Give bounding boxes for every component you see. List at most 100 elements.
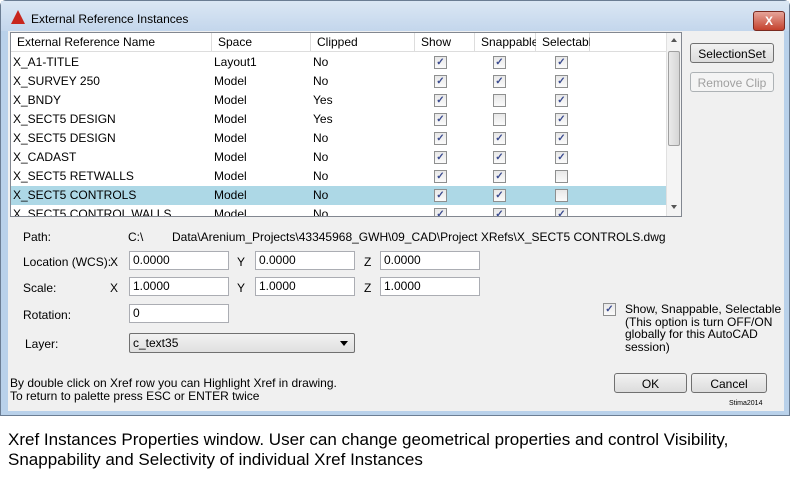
show-checkbox[interactable]: ✓ xyxy=(434,170,447,183)
table-row[interactable]: X_SECT5 CONTROLS Model No ✓ ✓ xyxy=(11,186,666,205)
xref-name-cell: X_SECT5 CONTROL WALLS xyxy=(13,207,172,217)
snappable-checkbox[interactable] xyxy=(493,113,506,126)
global-option-line: globally for this AutoCAD xyxy=(625,327,758,341)
show-checkbox[interactable]: ✓ xyxy=(434,208,447,216)
column-header-empty xyxy=(590,33,666,52)
clipped-cell: No xyxy=(313,207,329,217)
credit-text: Stima2014 xyxy=(729,400,763,407)
column-header-show[interactable]: Show xyxy=(415,33,475,52)
location-x-label: X xyxy=(110,255,119,269)
clipped-cell: No xyxy=(313,150,329,164)
location-label: Location (WCS): xyxy=(23,255,112,269)
selectable-checkbox[interactable]: ✓ xyxy=(555,113,568,126)
space-cell: Model xyxy=(214,169,247,183)
location-z-input[interactable]: 0.0000 xyxy=(380,251,480,270)
column-header-clipped[interactable]: Clipped xyxy=(311,33,415,52)
layer-label: Layer: xyxy=(25,337,59,351)
selectable-checkbox[interactable]: ✓ xyxy=(555,56,568,69)
column-header-selectable[interactable]: Selectable xyxy=(536,33,598,52)
scale-z-input[interactable]: 1.0000 xyxy=(380,277,480,296)
selectable-checkbox[interactable]: ✓ xyxy=(555,132,568,145)
table-row[interactable]: X_BNDY Model Yes ✓ ✓ xyxy=(11,91,666,110)
scale-y-label: Y xyxy=(237,281,246,295)
close-button[interactable]: X xyxy=(753,11,785,31)
show-checkbox[interactable]: ✓ xyxy=(434,151,447,164)
space-cell: Model xyxy=(214,207,247,217)
show-checkbox[interactable]: ✓ xyxy=(434,189,447,202)
table-row[interactable]: X_SECT5 DESIGN Model No ✓ ✓ ✓ xyxy=(11,129,666,148)
table-scrollbar[interactable] xyxy=(666,33,681,216)
figure-caption: Xref Instances Properties window. User c… xyxy=(8,430,729,469)
ok-button[interactable]: OK xyxy=(614,373,687,393)
global-option-line: Show, Snappable, Selectable xyxy=(625,302,782,316)
scale-x-input[interactable]: 1.0000 xyxy=(129,277,229,296)
xref-name-cell: X_SECT5 RETWALLS xyxy=(13,169,134,183)
clipped-cell: No xyxy=(313,188,329,202)
column-header-name[interactable]: External Reference Name xyxy=(11,33,212,52)
space-cell: Model xyxy=(214,150,247,164)
path-label: Path: xyxy=(23,230,52,244)
clipped-cell: No xyxy=(313,131,329,145)
snappable-checkbox[interactable]: ✓ xyxy=(493,208,506,216)
layer-select[interactable]: c_text35 xyxy=(129,333,355,353)
selectable-checkbox[interactable]: ✓ xyxy=(555,75,568,88)
show-checkbox[interactable]: ✓ xyxy=(434,132,447,145)
remove-clip-button[interactable]: Remove Clip xyxy=(690,72,774,92)
note-line-2: To return to palette press ESC or ENTER … xyxy=(10,389,260,403)
snappable-checkbox[interactable]: ✓ xyxy=(493,75,506,88)
table-row[interactable]: X_SURVEY 250 Model No ✓ ✓ ✓ xyxy=(11,72,666,91)
location-y-input[interactable]: 0.0000 xyxy=(255,251,355,270)
selectable-checkbox[interactable] xyxy=(555,170,568,183)
table-row[interactable]: X_SECT5 RETWALLS Model No ✓ ✓ xyxy=(11,167,666,186)
clipped-cell: Yes xyxy=(313,93,333,107)
xref-name-cell: X_SURVEY 250 xyxy=(13,74,100,88)
title-bar: External Reference Instances X xyxy=(1,1,789,31)
scroll-down-icon[interactable] xyxy=(671,205,677,209)
snappable-checkbox[interactable]: ✓ xyxy=(493,151,506,164)
selectable-checkbox[interactable]: ✓ xyxy=(555,94,568,107)
window-title: External Reference Instances xyxy=(31,12,189,26)
scrollbar-thumb[interactable] xyxy=(668,51,680,146)
space-cell: Model xyxy=(214,188,247,202)
selectable-checkbox[interactable] xyxy=(555,189,568,202)
show-checkbox[interactable]: ✓ xyxy=(434,94,447,107)
scale-label: Scale: xyxy=(23,281,57,295)
snappable-checkbox[interactable]: ✓ xyxy=(493,56,506,69)
note-line-1: By double click on Xref row you can High… xyxy=(10,376,337,390)
xref-name-cell: X_SECT5 CONTROLS xyxy=(13,188,137,202)
show-checkbox[interactable]: ✓ xyxy=(434,75,447,88)
show-checkbox[interactable]: ✓ xyxy=(434,56,447,69)
scale-y-input[interactable]: 1.0000 xyxy=(255,277,355,296)
clipped-cell: No xyxy=(313,55,329,69)
location-y-label: Y xyxy=(237,255,246,269)
location-z-label: Z xyxy=(364,255,372,269)
selectable-checkbox[interactable]: ✓ xyxy=(555,151,568,164)
table-row[interactable]: X_CADAST Model No ✓ ✓ ✓ xyxy=(11,148,666,167)
rotation-input[interactable]: 0 xyxy=(129,304,229,323)
clipped-cell: Yes xyxy=(313,112,333,126)
layer-value: c_text35 xyxy=(133,336,179,350)
scale-x-label: X xyxy=(110,281,119,295)
location-x-input[interactable]: 0.0000 xyxy=(129,251,229,270)
table-row[interactable]: X_SECT5 DESIGN Model Yes ✓ ✓ xyxy=(11,110,666,129)
snappable-checkbox[interactable]: ✓ xyxy=(493,132,506,145)
column-header-snappable[interactable]: Snappable xyxy=(475,33,538,52)
snappable-checkbox[interactable]: ✓ xyxy=(493,189,506,202)
snappable-checkbox[interactable]: ✓ xyxy=(493,170,506,183)
selectable-checkbox[interactable]: ✓ xyxy=(555,208,568,216)
table-row[interactable]: X_A1-TITLE Layout1 No ✓ ✓ ✓ xyxy=(11,53,666,72)
rotation-label: Rotation: xyxy=(23,308,72,322)
chevron-down-icon xyxy=(340,341,348,346)
xref-name-cell: X_SECT5 DESIGN xyxy=(13,112,116,126)
space-cell: Model xyxy=(214,131,247,145)
cancel-button[interactable]: Cancel xyxy=(691,373,767,393)
column-header-space[interactable]: Space xyxy=(212,33,311,52)
snappable-checkbox[interactable] xyxy=(493,94,506,107)
global-option-checkbox[interactable]: ✓ xyxy=(603,303,616,316)
scroll-up-icon[interactable] xyxy=(671,38,677,42)
space-cell: Model xyxy=(214,93,247,107)
table-row[interactable]: X_SECT5 CONTROL WALLS Model No ✓ ✓ ✓ xyxy=(11,205,666,217)
global-option-line: session) xyxy=(625,339,670,354)
selection-set-button[interactable]: SelectionSet xyxy=(690,43,774,63)
show-checkbox[interactable]: ✓ xyxy=(434,113,447,126)
